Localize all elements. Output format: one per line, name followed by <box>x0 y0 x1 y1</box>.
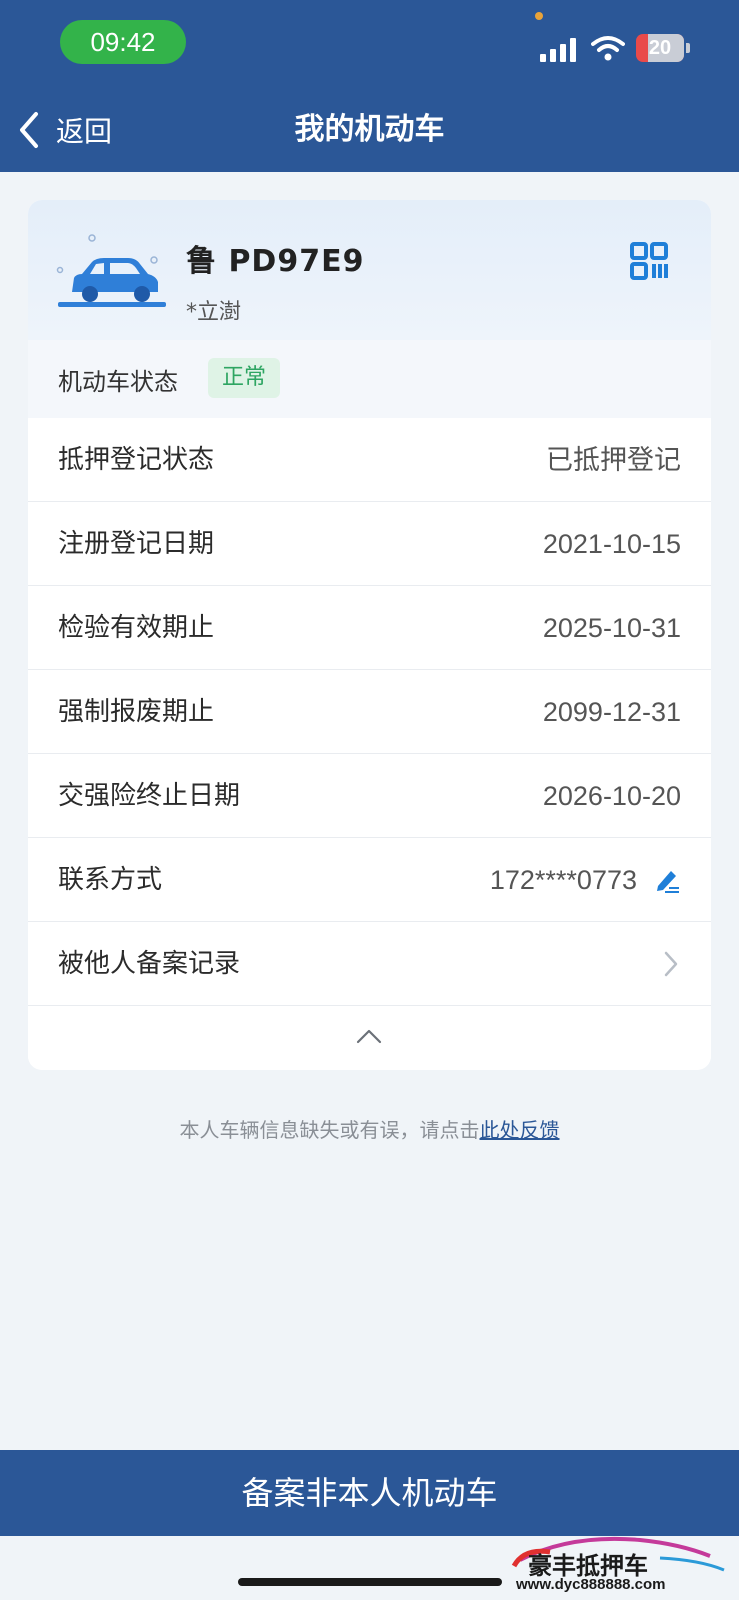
details-list: 抵押登记状态 已抵押登记 注册登记日期 2021-10-15 检验有效期止 20… <box>28 418 711 1006</box>
top-bar: 09:42 20 返回 我的机动车 <box>0 0 739 172</box>
battery-tip <box>686 43 690 53</box>
detail-label: 注册登记日期 <box>58 529 215 559</box>
vehicle-card: 鲁 PD97E9 *立澍 机动车状态 正常 抵押登记状态 已抵押登记 注册登记日… <box>28 200 711 1070</box>
qr-code-icon[interactable] <box>630 242 668 280</box>
status-time: 09:42 <box>60 20 186 64</box>
detail-row-inspection: 检验有效期止 2025-10-31 <box>28 586 711 670</box>
detail-value: 2025-10-31 <box>542 613 681 643</box>
detail-row-insurance: 交强险终止日期 2026-10-20 <box>28 754 711 838</box>
detail-row-contact[interactable]: 联系方式 172****0773 <box>28 838 711 922</box>
detail-value: 2021-10-15 <box>542 529 681 559</box>
chevron-right-icon <box>664 951 678 977</box>
feedback-link[interactable]: 此处反馈 <box>480 1118 560 1142</box>
vehicle-status-row: 机动车状态 正常 <box>28 340 711 418</box>
watermark-url: www.dyc888888.com <box>516 1576 666 1593</box>
detail-label: 联系方式 <box>58 865 163 895</box>
detail-label: 抵押登记状态 <box>58 445 215 475</box>
feedback-line: 本人车辆信息缺失或有误，请点击此处反馈 <box>0 1114 739 1143</box>
status-label: 机动车状态 <box>58 368 178 396</box>
feedback-text: 本人车辆信息缺失或有误，请点击 <box>179 1118 480 1142</box>
chevron-up-icon <box>356 1029 382 1044</box>
contact-phone: 172****0773 <box>489 865 637 895</box>
battery-level: 20 <box>648 37 672 59</box>
privacy-dot-icon <box>535 12 543 20</box>
detail-value: 已抵押登记 <box>546 445 681 475</box>
detail-label: 交强险终止日期 <box>58 781 241 811</box>
back-button[interactable]: 返回 <box>16 108 112 152</box>
status-badge: 正常 <box>208 358 281 398</box>
collapse-toggle[interactable] <box>28 1006 711 1070</box>
wifi-icon <box>591 36 625 61</box>
vehicle-header: 鲁 PD97E9 *立澍 <box>28 200 711 340</box>
detail-row-register-date: 注册登记日期 2021-10-15 <box>28 502 711 586</box>
file-other-vehicle-button[interactable]: 备案非本人机动车 <box>0 1450 739 1536</box>
car-icon <box>56 234 166 307</box>
back-label: 返回 <box>56 115 113 148</box>
home-indicator <box>238 1578 502 1586</box>
detail-value: 2099-12-31 <box>542 697 681 727</box>
chevron-left-icon <box>20 112 38 148</box>
detail-row-mortgage: 抵押登记状态 已抵押登记 <box>28 418 711 502</box>
detail-label: 强制报废期止 <box>58 697 215 727</box>
license-plate: 鲁 PD97E9 <box>186 244 365 279</box>
detail-row-scrap: 强制报废期止 2099-12-31 <box>28 670 711 754</box>
detail-label: 检验有效期止 <box>58 613 215 643</box>
detail-row-filing-records[interactable]: 被他人备案记录 <box>28 922 711 1006</box>
edit-icon[interactable] <box>653 866 681 894</box>
detail-value: 2026-10-20 <box>542 781 681 811</box>
owner-name: *立澍 <box>186 300 242 325</box>
battery-icon: 20 <box>636 34 684 62</box>
signal-icon <box>540 38 578 62</box>
detail-label: 被他人备案记录 <box>58 949 241 979</box>
